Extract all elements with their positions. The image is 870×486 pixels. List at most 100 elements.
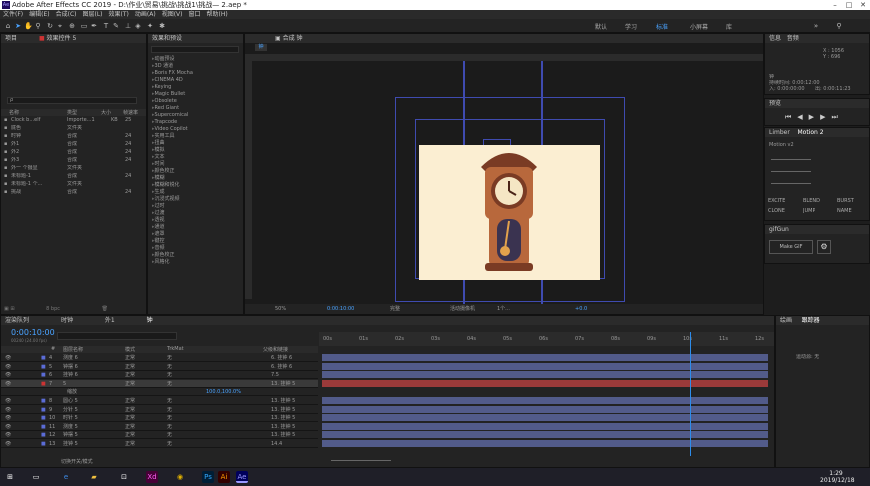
layer-duration-bar[interactable] xyxy=(322,440,768,447)
menu-file[interactable]: 文件(F) xyxy=(3,11,23,18)
visibility-eye-icon[interactable]: 👁 xyxy=(5,406,11,414)
layer-row[interactable]: 👁 ■ 9 分针 5 正常 无 13. 挂钟 5 xyxy=(1,406,318,414)
task-view-icon[interactable]: ▭ xyxy=(30,471,42,483)
tab-motion2[interactable]: Motion 2 xyxy=(797,129,823,136)
hand-tool-icon[interactable]: ✋ xyxy=(24,22,33,30)
project-item[interactable]: ▪ 时钟 合成 24 xyxy=(1,133,146,141)
layer-duration-bar[interactable] xyxy=(322,397,768,404)
time-ruler[interactable]: 00s 01s 02s 03s 04s 05s 06s 07s 08s 09s 10s 11s 12s xyxy=(319,332,774,346)
layer-name[interactable]: 时针 5 xyxy=(63,414,78,422)
effect-category[interactable]: 沉浸式视频 xyxy=(148,196,243,203)
puppet-tool-icon[interactable]: ✱ xyxy=(158,22,166,30)
layer-trkmat[interactable]: 无 xyxy=(167,371,172,379)
column-parent[interactable]: 父级和链接 xyxy=(263,346,288,353)
menu-help[interactable]: 帮助(H) xyxy=(207,11,228,18)
project-item[interactable]: ▪ Clock b...elf Importe...1 KB 25 xyxy=(1,117,146,125)
effect-category[interactable]: Keying xyxy=(148,84,243,91)
effect-category[interactable]: 模糊和锐化 xyxy=(148,182,243,189)
effect-category[interactable]: 扭曲 xyxy=(148,140,243,147)
tab-tracker[interactable]: 跟踪器 xyxy=(802,317,820,324)
timeline-timecode[interactable]: 0:00:10:00 xyxy=(11,328,55,337)
camera-select[interactable]: 活动摄像机 xyxy=(450,304,475,314)
motion-source[interactable]: 运动源: 无 xyxy=(796,354,819,360)
gear-icon[interactable]: ⚙ xyxy=(817,240,831,254)
effect-category[interactable]: 实用工具 xyxy=(148,133,243,140)
new-folder-icon[interactable]: ▣ xyxy=(4,306,9,312)
workspace-libraries[interactable]: 库 xyxy=(726,22,732,31)
layer-row[interactable]: 👁 ■ 4 测度 6 正常 无 6. 挂钟 6 xyxy=(1,354,318,362)
tab-clock[interactable]: 时钟 xyxy=(61,317,73,324)
effect-category[interactable]: Supercomical xyxy=(148,112,243,119)
layer-trkmat[interactable]: 无 xyxy=(167,354,172,362)
layer-trkmat[interactable]: 无 xyxy=(167,414,172,422)
project-item[interactable]: ▪ 外1 合成 24 xyxy=(1,141,146,149)
label-color-icon[interactable]: ■ xyxy=(41,414,46,422)
layer-row[interactable]: 👁 ■ 8 圆心 5 正常 无 13. 挂钟 5 xyxy=(1,397,318,405)
timeline-search-input[interactable] xyxy=(57,332,177,340)
motion-btn-jump[interactable]: JUMP xyxy=(803,208,815,214)
effect-category[interactable]: 颜色校正 xyxy=(148,168,243,175)
project-item[interactable]: ▪ 外3 合成 24 xyxy=(1,157,146,165)
store-icon[interactable]: ⊡ xyxy=(118,471,130,483)
layer-duration-bar[interactable] xyxy=(322,414,768,422)
layer-trkmat[interactable]: 无 xyxy=(167,440,172,448)
project-item[interactable]: ▪ 外2 合成 24 xyxy=(1,149,146,157)
playhead[interactable] xyxy=(690,332,691,462)
rotate-tool-icon[interactable]: ↻ xyxy=(46,22,54,30)
tab-out1[interactable]: 外1 xyxy=(105,317,115,324)
layer-duration-bar[interactable] xyxy=(322,362,768,370)
eraser-tool-icon[interactable]: ◈ xyxy=(134,22,142,30)
motion-btn-blend[interactable]: BLEND xyxy=(803,198,820,204)
tab-limber[interactable]: Limber xyxy=(769,129,790,136)
layer-name[interactable]: 钟摆 6 xyxy=(63,363,78,371)
after-effects-icon[interactable]: Ae xyxy=(236,471,248,483)
layer-mode[interactable]: 正常 xyxy=(125,423,135,431)
label-color-icon[interactable]: ■ xyxy=(41,354,46,362)
search-help-icon[interactable]: ⚲ xyxy=(835,22,843,30)
label-color-icon[interactable]: ■ xyxy=(41,363,46,371)
layer-mode[interactable]: 正常 xyxy=(125,363,135,371)
visibility-eye-icon[interactable]: 👁 xyxy=(5,431,11,439)
zoom-slider[interactable] xyxy=(331,460,391,461)
workspace-small-screen[interactable]: 小屏幕 xyxy=(690,22,708,31)
exposure-value[interactable]: +0.0 xyxy=(575,304,587,314)
motion-btn-burst[interactable]: BURST xyxy=(837,198,854,204)
label-color-icon[interactable]: ■ xyxy=(41,380,46,388)
effect-category[interactable]: 模糊 xyxy=(148,175,243,182)
layer-trkmat[interactable]: 无 xyxy=(167,406,172,414)
column-fps[interactable]: 帧速率 xyxy=(123,109,138,116)
layer-mode[interactable]: 正常 xyxy=(125,354,135,362)
column-type[interactable]: 类型 xyxy=(67,109,77,116)
project-item[interactable]: ▪ 挑战 合成 24 xyxy=(1,189,146,197)
layer-duration-bar[interactable] xyxy=(322,431,768,439)
effect-category[interactable]: 过渡 xyxy=(148,210,243,217)
start-icon[interactable]: ⊞ xyxy=(4,471,16,483)
tab-bell[interactable]: 钟 xyxy=(147,317,153,324)
layer-name[interactable]: 挂钟 6 xyxy=(63,371,78,379)
trash-icon[interactable]: 🗑 xyxy=(102,306,108,312)
layer-name[interactable]: 分针 5 xyxy=(63,406,78,414)
xd-icon[interactable]: Xd xyxy=(146,471,158,483)
effect-category[interactable]: 风格化 xyxy=(148,259,243,266)
layer-mode[interactable]: 正常 xyxy=(125,440,135,448)
effect-category[interactable]: 过时 xyxy=(148,203,243,210)
layer-trkmat[interactable]: 无 xyxy=(167,363,172,371)
visibility-eye-icon[interactable]: 👁 xyxy=(5,371,11,379)
tab-effects-presets[interactable]: 效果和预设 xyxy=(148,34,243,43)
layer-parent[interactable]: 13. 挂钟 5 xyxy=(271,380,295,388)
project-item[interactable]: ▪ 未标题-1 合成 24 xyxy=(1,173,146,181)
comp-breadcrumb[interactable]: 钟 xyxy=(255,44,267,51)
layer-duration-bar[interactable] xyxy=(322,379,768,387)
camera-tool-icon[interactable]: ⌖ xyxy=(56,22,64,30)
project-item[interactable]: ▪ 未标题-1 个... 文件夹 xyxy=(1,181,146,189)
layer-trkmat[interactable]: 无 xyxy=(167,397,172,405)
workspace-menu-icon[interactable]: » xyxy=(812,22,820,30)
tab-effect-controls[interactable]: 效果控件 5 xyxy=(47,35,77,42)
effect-category[interactable]: 文本 xyxy=(148,154,243,161)
maximize-button[interactable]: □ xyxy=(842,0,856,10)
effect-category[interactable]: Video Copilot xyxy=(148,126,243,133)
label-color-icon[interactable]: ■ xyxy=(41,406,46,414)
visibility-eye-icon[interactable]: 👁 xyxy=(5,363,11,371)
visibility-eye-icon[interactable]: 👁 xyxy=(5,414,11,422)
layer-name[interactable]: 挂钟 5 xyxy=(63,440,78,448)
